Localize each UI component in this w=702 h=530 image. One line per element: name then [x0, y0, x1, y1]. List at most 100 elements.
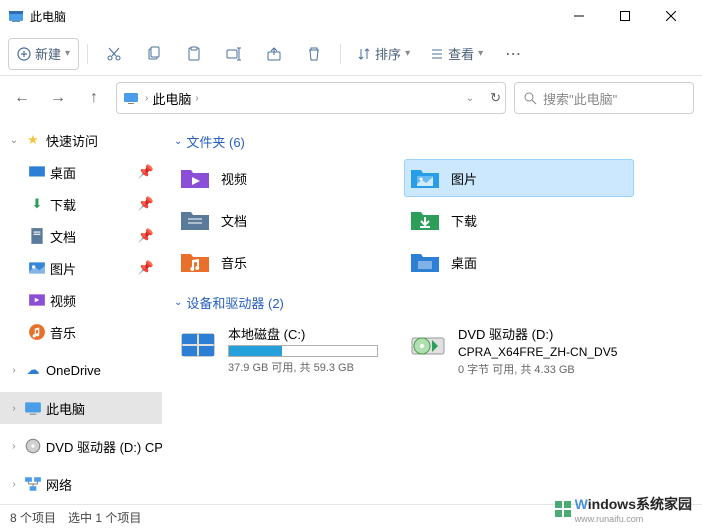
maximize-button[interactable]	[602, 0, 648, 32]
chevron-down-icon: ⌄	[8, 135, 20, 146]
sidebar-item-downloads[interactable]: ⬇ 下载 📌	[0, 188, 162, 220]
drive-subtext: 0 字节 可用, 共 4.33 GB	[458, 361, 630, 377]
chevron-down-icon: ⌄	[174, 297, 182, 308]
drive-usage-bar	[228, 345, 378, 357]
address-bar[interactable]: › 此电脑 › ⌄ ↻	[116, 82, 506, 114]
chevron-right-icon: ›	[8, 479, 20, 490]
back-button[interactable]: ←	[8, 84, 36, 112]
rename-button[interactable]	[216, 38, 252, 70]
desktop-icon	[28, 163, 46, 181]
sidebar-quick-access[interactable]: ⌄ ★ 快速访问	[0, 124, 162, 156]
up-button[interactable]: ↑	[80, 84, 108, 112]
disc-icon	[24, 437, 42, 455]
sidebar-onedrive[interactable]: › ☁ OneDrive	[0, 354, 162, 386]
more-button[interactable]: ⋯	[495, 38, 531, 70]
drive-name: 本地磁盘 (C:)	[228, 324, 400, 343]
chevron-down-icon: ▾	[405, 48, 410, 59]
sidebar-item-pictures[interactable]: 图片 📌	[0, 252, 162, 284]
folder-videos[interactable]: 视频	[174, 159, 404, 197]
picture-folder-icon	[409, 162, 441, 194]
paste-button[interactable]	[176, 38, 212, 70]
picture-icon	[28, 259, 46, 277]
share-button[interactable]	[256, 38, 292, 70]
download-icon: ⬇	[28, 195, 46, 213]
app-icon	[8, 8, 24, 24]
folder-downloads[interactable]: 下载	[404, 201, 634, 239]
toolbar: 新建 ▾ 排序 ▾ 查看 ▾ ⋯	[0, 32, 702, 76]
new-button[interactable]: 新建 ▾	[8, 38, 79, 70]
delete-button[interactable]	[296, 38, 332, 70]
pin-icon: 📌	[138, 164, 154, 180]
sidebar-item-documents[interactable]: 文档 📌	[0, 220, 162, 252]
search-icon	[523, 91, 537, 105]
close-button[interactable]	[648, 0, 694, 32]
dvd-icon	[408, 324, 448, 364]
download-folder-icon	[409, 204, 441, 236]
view-button[interactable]: 查看 ▾	[422, 38, 491, 70]
chevron-right-icon: ›	[195, 93, 198, 104]
pc-icon	[123, 90, 139, 106]
cloud-icon: ☁	[24, 361, 42, 379]
sidebar-item-videos[interactable]: 视频	[0, 284, 162, 316]
chevron-right-icon: ›	[145, 93, 148, 104]
music-icon	[28, 323, 46, 341]
window-title: 此电脑	[30, 8, 556, 25]
drive-label: CPRA_X64FRE_ZH-CN_DV5	[458, 345, 630, 359]
star-icon: ★	[24, 131, 42, 149]
quick-access-label: 快速访问	[46, 131, 98, 150]
sidebar-dvd[interactable]: › DVD 驱动器 (D:) CP	[0, 430, 162, 462]
chevron-down-icon: ▾	[478, 48, 483, 59]
forward-button[interactable]: →	[44, 84, 72, 112]
drive-dvd[interactable]: DVD 驱动器 (D:) CPRA_X64FRE_ZH-CN_DV5 0 字节 …	[404, 320, 634, 381]
chevron-down-icon[interactable]: ⌄	[466, 93, 474, 104]
new-label: 新建	[35, 44, 61, 63]
minimize-button[interactable]	[556, 0, 602, 32]
desktop-folder-icon	[409, 246, 441, 278]
search-input[interactable]: 搜索"此电脑"	[514, 82, 694, 114]
chevron-right-icon: ›	[8, 403, 20, 414]
navbar: ← → ↑ › 此电脑 › ⌄ ↻ 搜索"此电脑"	[0, 76, 702, 120]
chevron-down-icon: ⌄	[174, 136, 182, 147]
pc-icon	[24, 399, 42, 417]
folders-title: 文件夹 (6)	[186, 132, 245, 151]
drive-c[interactable]: 本地磁盘 (C:) 37.9 GB 可用, 共 59.3 GB	[174, 320, 404, 381]
pin-icon: 📌	[138, 228, 154, 244]
folders-section-header[interactable]: ⌄ 文件夹 (6)	[174, 132, 690, 151]
separator	[340, 44, 341, 64]
sidebar-item-music[interactable]: 音乐	[0, 316, 162, 348]
sidebar: ⌄ ★ 快速访问 桌面 📌 ⬇ 下载 📌 文档 📌 图片 📌 视频	[0, 120, 162, 504]
sort-label: 排序	[375, 44, 401, 63]
cut-button[interactable]	[96, 38, 132, 70]
drive-subtext: 37.9 GB 可用, 共 59.3 GB	[228, 359, 400, 375]
music-folder-icon	[179, 246, 211, 278]
folder-pictures[interactable]: 图片	[404, 159, 634, 197]
copy-button[interactable]	[136, 38, 172, 70]
pin-icon: 📌	[138, 196, 154, 212]
breadcrumb-location: 此电脑	[152, 89, 191, 108]
chevron-down-icon: ▾	[65, 48, 70, 59]
document-icon	[28, 227, 46, 245]
document-folder-icon	[179, 204, 211, 236]
folder-music[interactable]: 音乐	[174, 243, 404, 281]
search-placeholder: 搜索"此电脑"	[543, 89, 617, 108]
logo-icon	[553, 499, 573, 519]
video-folder-icon	[179, 162, 211, 194]
chevron-right-icon: ›	[8, 365, 20, 376]
folder-documents[interactable]: 文档	[174, 201, 404, 239]
item-count: 8 个项目	[10, 509, 56, 526]
separator	[87, 44, 88, 64]
folder-desktop[interactable]: 桌面	[404, 243, 634, 281]
sidebar-item-desktop[interactable]: 桌面 📌	[0, 156, 162, 188]
chevron-right-icon: ›	[8, 441, 20, 452]
selected-count: 选中 1 个项目	[68, 509, 141, 526]
main-content: ⌄ 文件夹 (6) 视频 图片 文档 下载 音乐	[162, 120, 702, 504]
pin-icon: 📌	[138, 260, 154, 276]
sidebar-network[interactable]: › 网络	[0, 468, 162, 500]
refresh-icon[interactable]: ↻	[490, 90, 501, 106]
watermark: Windows系统家园 www.runaifu.com	[553, 494, 692, 524]
sort-button[interactable]: 排序 ▾	[349, 38, 418, 70]
network-icon	[24, 475, 42, 493]
sidebar-thispc[interactable]: › 此电脑	[0, 392, 162, 424]
drive-name: DVD 驱动器 (D:)	[458, 324, 630, 343]
devices-section-header[interactable]: ⌄ 设备和驱动器 (2)	[174, 293, 690, 312]
